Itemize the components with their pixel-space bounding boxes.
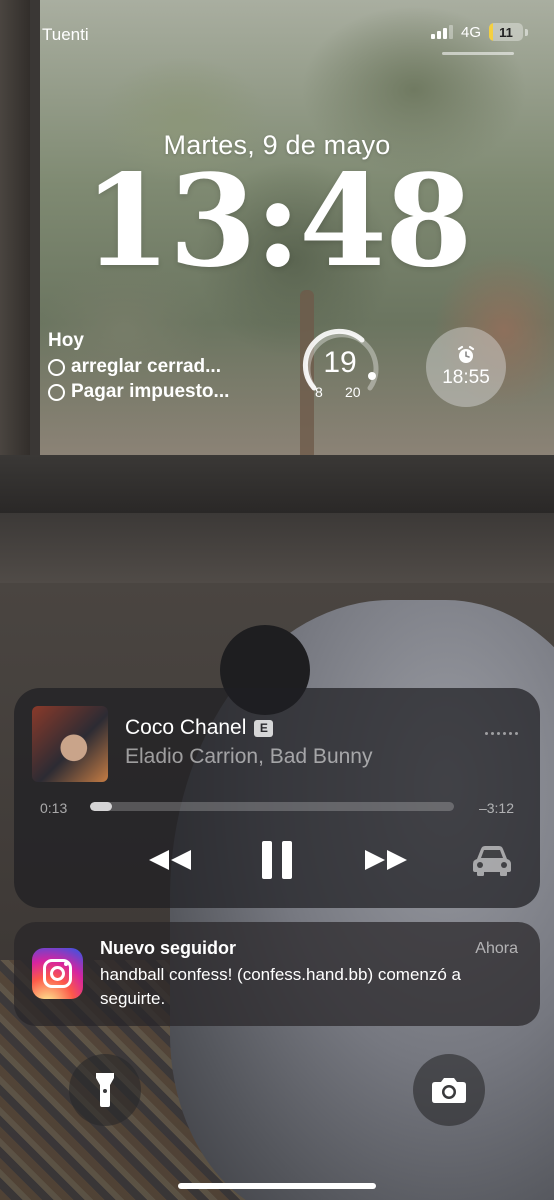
temperature-current: 19	[323, 346, 357, 379]
notification-body: handball confess! (confess.hand.bb) come…	[100, 965, 462, 1008]
pause-icon	[262, 841, 292, 879]
time-elapsed: 0:13	[40, 800, 68, 816]
flashlight-icon	[96, 1073, 114, 1107]
rewind-button[interactable]	[142, 838, 198, 882]
alarm-clock-icon	[457, 345, 475, 363]
instagram-icon	[32, 948, 83, 999]
time-remaining: –3:12	[478, 800, 514, 816]
status-indicators: 4G 11	[430, 23, 528, 41]
notification-time: Ahora	[475, 940, 518, 957]
signal-icon	[430, 25, 453, 39]
song-title: Coco Chanel	[125, 716, 247, 739]
alarm-time: 18:55	[442, 367, 490, 388]
song-title-row: Coco Chanel E	[125, 716, 274, 740]
progress-scrubber[interactable]	[90, 802, 454, 811]
temperature-low: 8	[315, 384, 323, 400]
wallpaper-frame-horizontal	[0, 455, 554, 513]
alarm-widget[interactable]: 18:55	[426, 327, 506, 407]
camera-icon	[432, 1078, 466, 1103]
flashlight-button[interactable]	[69, 1054, 141, 1126]
reminder-label: arreglar cerrad...	[71, 356, 221, 377]
network-label: 4G	[460, 23, 481, 41]
pause-button[interactable]	[252, 838, 302, 882]
status-bar: Tuenti 4G 11	[0, 0, 554, 60]
audio-wave-icon[interactable]	[485, 732, 518, 735]
car-audio-button[interactable]	[466, 838, 518, 882]
home-indicator[interactable]	[178, 1183, 376, 1189]
song-artist: Eladio Carrion, Bad Bunny	[125, 745, 373, 768]
explicit-badge: E	[254, 719, 274, 737]
reminder-item[interactable]: arreglar cerrad...	[48, 356, 278, 378]
lock-time[interactable]: 13:48	[0, 158, 554, 284]
reminders-title: Hoy	[48, 330, 84, 351]
reminders-widget[interactable]: Hoy arreglar cerrad... Pagar impuesto...	[48, 330, 278, 406]
checkbox-icon	[48, 358, 65, 376]
reminder-item[interactable]: Pagar impuesto...	[48, 381, 278, 403]
car-icon	[473, 846, 511, 876]
fast-forward-icon	[365, 850, 407, 870]
battery-icon: 11	[489, 23, 523, 41]
notification-title: Nuevo seguidor	[100, 938, 237, 958]
battery-tip	[525, 28, 528, 36]
temperature-widget[interactable]: 19 8 20	[300, 326, 382, 408]
checkbox-icon	[48, 383, 65, 401]
temperature-high: 20	[345, 384, 361, 400]
instagram-notification[interactable]: Nuevo seguidor Ahora handball confess! (…	[14, 922, 540, 1026]
wallpaper-sill	[0, 513, 554, 583]
reminder-label: Pagar impuesto...	[71, 381, 230, 402]
control-center-indicator[interactable]	[442, 52, 514, 55]
now-playing-widget[interactable]: Coco Chanel E Eladio Carrion, Bad Bunny …	[14, 688, 540, 908]
battery-level: 11	[499, 24, 513, 40]
progress-fill	[90, 802, 112, 811]
battery-fill	[489, 23, 493, 41]
carrier-label: Tuenti	[42, 25, 89, 44]
fast-forward-button[interactable]	[358, 838, 414, 882]
camera-button[interactable]	[413, 1054, 485, 1126]
rewind-icon	[149, 850, 191, 870]
album-art[interactable]	[32, 706, 108, 782]
